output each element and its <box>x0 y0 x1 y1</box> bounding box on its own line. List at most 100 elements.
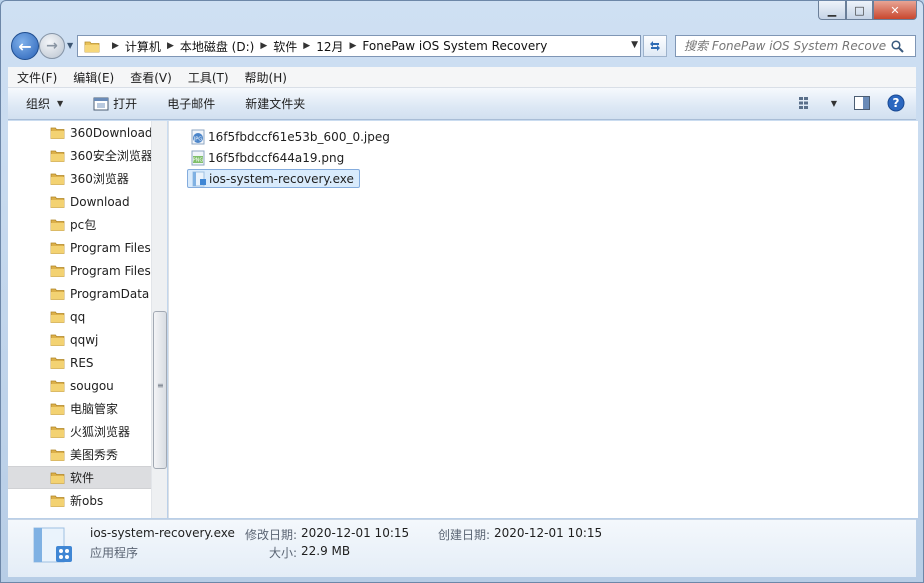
breadcrumb-separator[interactable]: ▶ <box>349 41 356 51</box>
open-button[interactable]: 打开 <box>83 92 147 116</box>
tree-item[interactable]: 360浏览器 <box>8 167 151 190</box>
refresh-icon <box>650 41 660 51</box>
details-size-value: 22.9 MB <box>301 544 351 558</box>
folder-icon <box>50 472 65 484</box>
explorer-window: ▁ □ ✕ ← → ▼ ▶ 计算机 ▶ 本地磁盘 (D:) ▶ 软件 ▶ 12月… <box>0 0 924 583</box>
menu-help[interactable]: 帮助(H) <box>236 69 294 86</box>
address-dropdown-icon[interactable]: ▼ <box>631 40 638 50</box>
file-item[interactable]: JPG 16f5fbdccf61e53b_600_0.jpeg <box>187 127 395 146</box>
forward-button[interactable]: → <box>39 33 65 59</box>
scrollbar-thumb[interactable]: ≡ <box>153 311 167 469</box>
breadcrumb-fonepaw[interactable]: FonePaw iOS System Recovery <box>362 39 547 53</box>
caption-buttons: ▁ □ ✕ <box>818 1 917 21</box>
maximize-button[interactable]: □ <box>846 1 873 20</box>
email-label: 电子邮件 <box>167 97 216 111</box>
folder-icon <box>50 196 65 208</box>
tree-item[interactable]: ProgramData <box>8 282 151 305</box>
file-name: 16f5fbdccf644a19.png <box>208 150 345 165</box>
folder-icon <box>50 380 65 392</box>
organize-label: 组织 <box>26 97 51 111</box>
email-button[interactable]: 电子邮件 <box>157 92 225 116</box>
tree-item[interactable]: Program Files <box>8 236 151 259</box>
tree-item[interactable]: sougou <box>8 374 151 397</box>
menu-edit[interactable]: 编辑(E) <box>64 69 121 86</box>
recent-pages-dropdown-icon[interactable]: ▼ <box>67 41 73 50</box>
svg-text:?: ? <box>893 96 900 110</box>
folder-icon <box>50 403 65 415</box>
menu-tools[interactable]: 工具(T) <box>179 69 236 86</box>
tree-item[interactable]: 电脑管家 <box>8 397 151 420</box>
new-folder-button[interactable]: 新建文件夹 <box>235 92 315 116</box>
tree-item[interactable]: 新obs <box>8 489 151 512</box>
open-label: 打开 <box>113 97 138 111</box>
file-item[interactable]: PNG 16f5fbdccf644a19.png <box>187 148 349 167</box>
breadcrumb-separator[interactable]: ▶ <box>167 41 174 51</box>
search-box[interactable] <box>675 35 916 57</box>
details-modified-value: 2020-12-01 10:15 <box>301 526 410 540</box>
folder-icon <box>50 426 65 438</box>
menu-bar: 文件(F) 编辑(E) 查看(V) 工具(T) 帮助(H) <box>8 67 916 88</box>
file-name: ios-system-recovery.exe <box>209 171 354 186</box>
tree-item[interactable]: 美图秀秀 <box>8 443 151 466</box>
search-icon[interactable] <box>886 39 908 53</box>
back-button[interactable]: ← <box>11 32 39 60</box>
tree-item-label: 软件 <box>70 471 95 485</box>
tree-item[interactable]: 火狐浏览器 <box>8 420 151 443</box>
command-toolbar: 组织 ▼ 打开 电子邮件 新建文件夹 ▼ ? <box>8 88 916 120</box>
menu-file[interactable]: 文件(F) <box>8 69 64 86</box>
folder-icon <box>50 219 65 231</box>
tree-item[interactable]: pc包 <box>8 213 151 236</box>
navigation-scrollbar[interactable]: ≡ <box>151 121 167 518</box>
tree-item[interactable]: qqwj <box>8 328 151 351</box>
minimize-button[interactable]: ▁ <box>818 1 846 20</box>
preview-pane-icon[interactable] <box>850 92 874 114</box>
close-button[interactable]: ✕ <box>873 1 917 20</box>
jpeg-file-icon: JPG <box>191 129 205 144</box>
tree-item-label: Download <box>70 194 130 209</box>
svg-text:PNG: PNG <box>193 157 204 163</box>
tree-item[interactable]: 360安全浏览器 <box>8 144 151 167</box>
navigation-pane: 360Download 360安全浏览器 360浏览器 Download pc包 Prog… <box>8 121 151 518</box>
tree-item[interactable]: 软件 <box>8 466 151 489</box>
breadcrumb-computer[interactable]: 计算机 <box>125 38 161 55</box>
breadcrumb-drive-d[interactable]: 本地磁盘 (D:) <box>180 38 254 55</box>
details-created-label: 创建日期: <box>438 528 491 542</box>
tree-item[interactable]: Download <box>8 190 151 213</box>
folder-icon <box>50 265 65 277</box>
new-folder-label: 新建文件夹 <box>245 97 306 111</box>
tree-item-label: sougou <box>70 378 114 393</box>
folder-icon <box>50 150 65 162</box>
breadcrumb-separator[interactable]: ▶ <box>303 41 310 51</box>
tree-item[interactable]: 360Download <box>8 121 151 144</box>
tree-item-label: 360浏览器 <box>70 172 129 186</box>
address-bar[interactable]: ▶ 计算机 ▶ 本地磁盘 (D:) ▶ 软件 ▶ 12月 ▶ FonePaw i… <box>77 35 641 57</box>
details-pane: ios-system-recovery.exe 应用程序 修改日期: 2020-… <box>8 519 916 577</box>
tree-item-label: 新obs <box>70 494 104 508</box>
folder-icon <box>50 288 65 300</box>
details-created-value: 2020-12-01 10:15 <box>494 526 603 540</box>
organize-button[interactable]: 组织 ▼ <box>16 92 73 116</box>
search-input[interactable] <box>676 39 886 53</box>
help-icon[interactable]: ? <box>884 92 908 114</box>
file-item[interactable]: ios-system-recovery.exe <box>187 169 360 188</box>
tree-item-label: qqwj <box>70 332 99 347</box>
refresh-button[interactable] <box>643 35 667 57</box>
view-options-icon[interactable] <box>794 92 818 114</box>
breadcrumb-separator[interactable]: ▶ <box>112 41 119 51</box>
breadcrumb-december[interactable]: 12月 <box>316 38 343 55</box>
file-name: 16f5fbdccf61e53b_600_0.jpeg <box>208 129 390 144</box>
breadcrumb-software[interactable]: 软件 <box>273 38 297 55</box>
tree-item-label: ProgramData <box>70 286 150 301</box>
tree-item[interactable]: RES <box>8 351 151 374</box>
tree-item-label: pc包 <box>70 218 97 232</box>
folder-icon <box>50 311 65 323</box>
tree-item[interactable]: Program Files <box>8 259 151 282</box>
menu-view[interactable]: 查看(V) <box>121 69 179 86</box>
exe-file-icon <box>33 527 72 563</box>
exe-file-icon <box>192 171 206 186</box>
details-file-type: 应用程序 <box>90 546 139 560</box>
view-dropdown-icon[interactable]: ▼ <box>828 92 840 114</box>
tree-item[interactable]: qq <box>8 305 151 328</box>
folder-icon <box>50 334 65 346</box>
breadcrumb-separator[interactable]: ▶ <box>260 41 267 51</box>
